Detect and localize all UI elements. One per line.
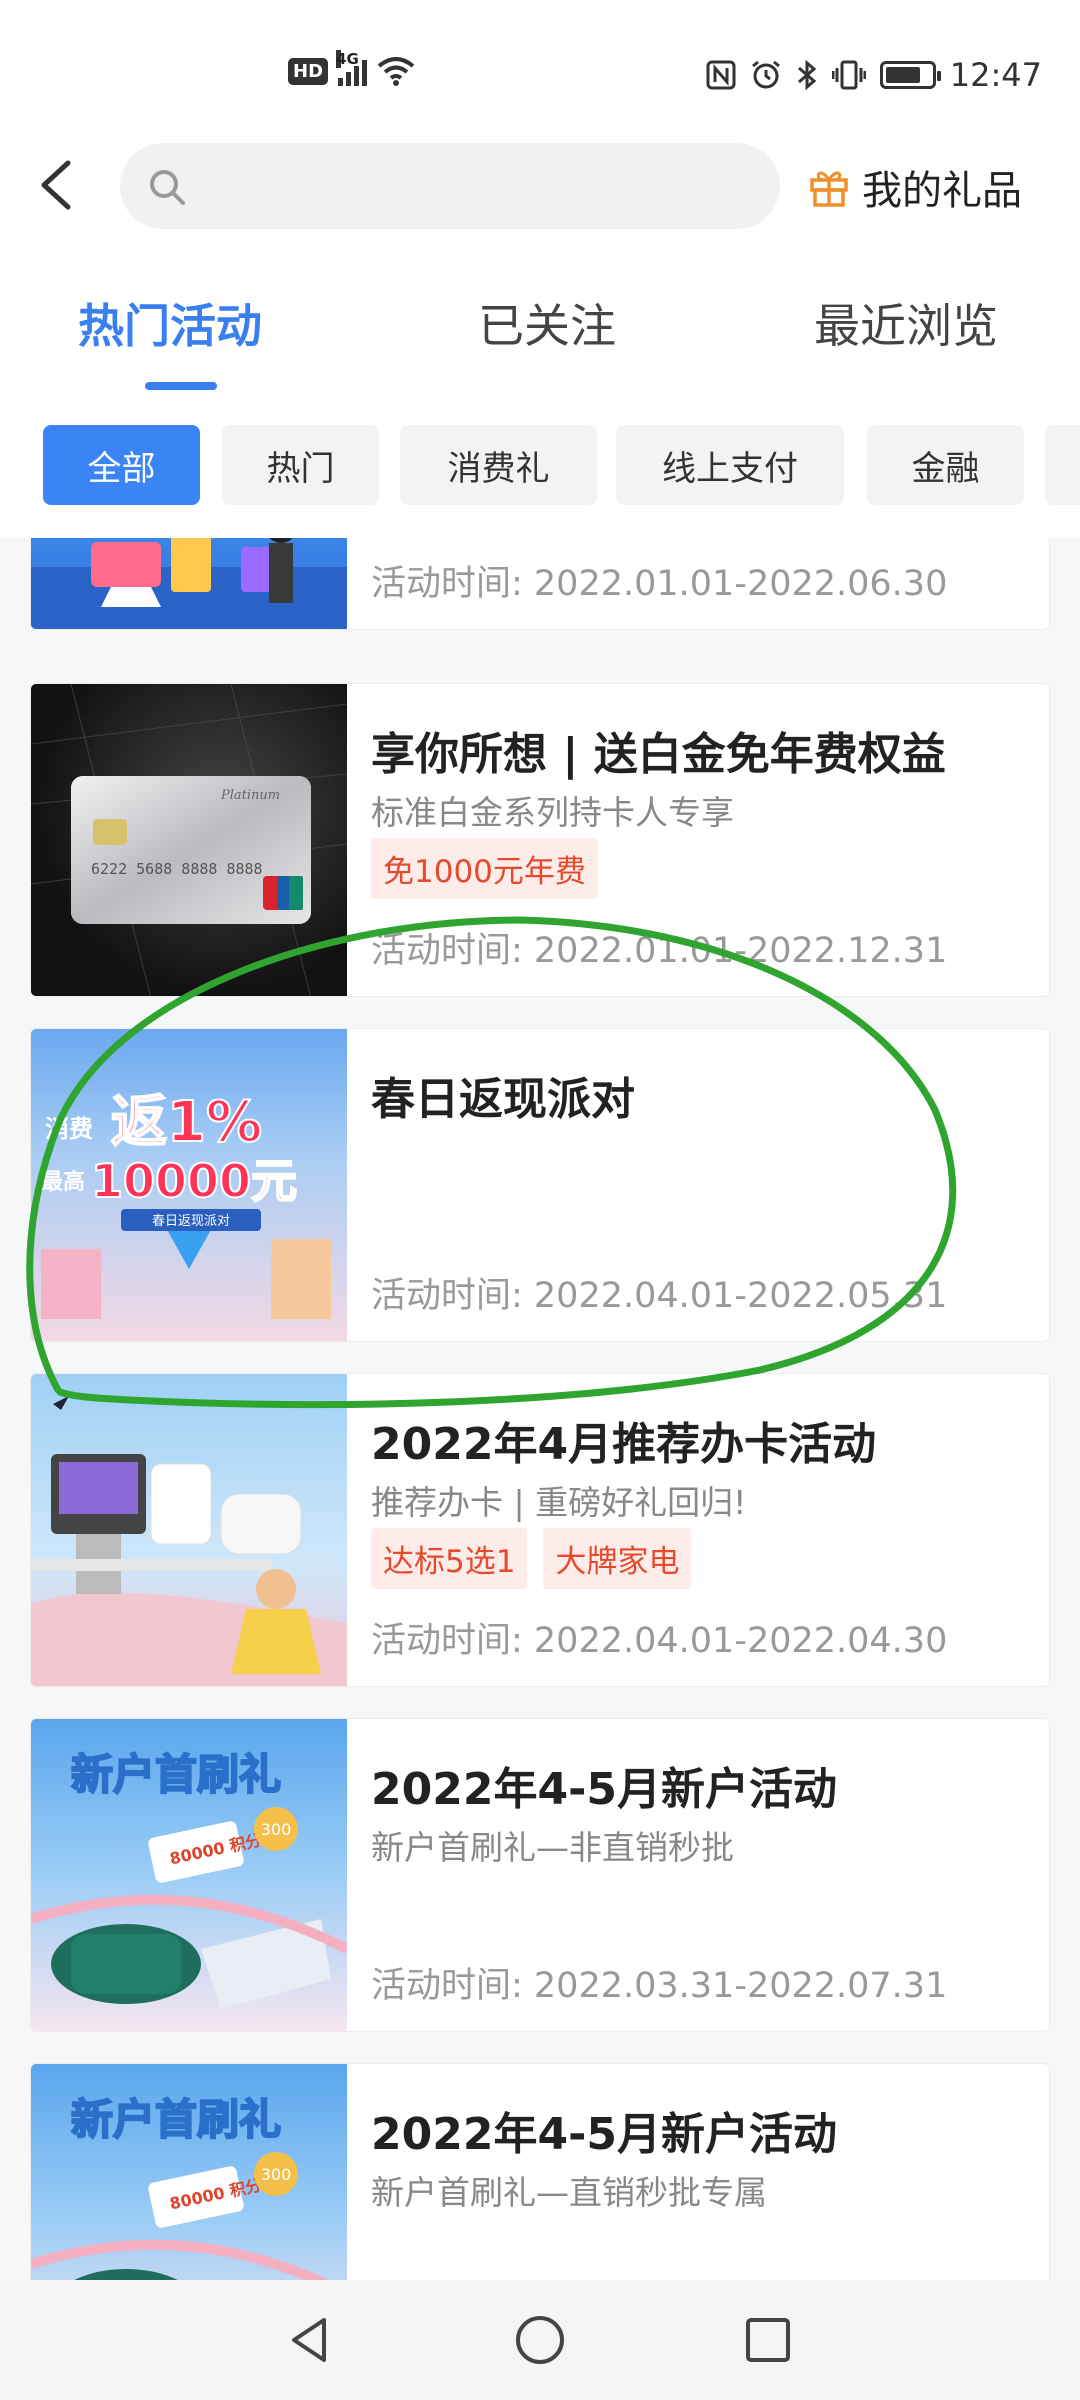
chip-all[interactable]: 全部 [43, 425, 200, 505]
activity-thumbnail: 新户首刷礼 80000 积分 300 [31, 2064, 347, 2280]
svg-text:Platinum: Platinum [220, 788, 280, 803]
activity-card[interactable]: 2022年4月推荐办卡活动 推荐办卡 | 重磅好礼回归! 达标5选1 大牌家电 … [30, 1373, 1050, 1687]
hd-icon: HD [288, 57, 329, 85]
system-nav-bar [0, 2280, 1080, 2400]
activity-subtitle: 标准白金系列持卡人专享 [371, 793, 734, 832]
card-number-text: 6222 5688 8888 8888 [91, 860, 263, 878]
cell-signal-icon: 4G [336, 50, 368, 86]
activity-tag: 免1000元年费 [371, 838, 598, 899]
bluetooth-icon [797, 59, 817, 91]
activity-subtitle: 新户首刷礼—非直销秒批 [371, 1828, 734, 1867]
search-input[interactable] [120, 143, 780, 229]
activity-title: 2022年4-5月新户活动 [371, 2109, 837, 2160]
chip-spending-gift[interactable]: 消费礼 [400, 425, 597, 505]
tab-recently-viewed[interactable]: 最近浏览 [814, 290, 998, 356]
activity-card[interactable]: 活动时间: 2022.01.01-2022.06.30 [30, 538, 1050, 630]
my-gifts-label: 我的礼品 [862, 168, 1022, 214]
activity-card[interactable]: 6222 5688 8888 8888 Platinum 享你所想 | 送白金免… [30, 683, 1050, 997]
chip-finance[interactable]: 金融 [867, 425, 1024, 505]
wifi-icon [377, 57, 415, 86]
svg-text:300: 300 [261, 2165, 292, 2184]
activity-thumbnail: 消费 返1% 最高 10000元 春日返现派对 [31, 1029, 347, 1341]
activity-tag: 达标5选1 [371, 1528, 528, 1589]
activity-card[interactable]: 新户首刷礼 80000 积分 300 2022年4-5月新户活动 新户首刷礼—非… [30, 1718, 1050, 2032]
svg-text:返1%: 返1% [111, 1090, 262, 1155]
activity-thumbnail: 6222 5688 8888 8888 Platinum [31, 684, 347, 996]
activity-time: 活动时间: 2022.01.01-2022.12.31 [371, 931, 948, 971]
svg-text:消费: 消费 [45, 1115, 93, 1143]
clock: 12:47 [949, 56, 1042, 94]
chip-hot[interactable]: 热门 [222, 425, 379, 505]
nav-home-icon[interactable] [510, 2310, 570, 2370]
svg-text:300: 300 [261, 1820, 292, 1839]
tab-bar: 热门活动 已关注 最近浏览 [0, 270, 1080, 400]
activity-time: 活动时间: 2022.04.01-2022.04.30 [371, 1621, 948, 1661]
activity-title: 春日返现派对 [371, 1074, 635, 1125]
chip-more[interactable] [1045, 425, 1080, 505]
tab-indicator [145, 382, 217, 390]
svg-text:10000元: 10000元 [91, 1154, 297, 1208]
activity-card[interactable]: 新户首刷礼 80000 积分 300 2022年4-5月新户活动 新户首刷礼—直… [30, 2063, 1050, 2280]
activity-tags: 达标5选1 大牌家电 [371, 1528, 692, 1589]
chip-online-payment[interactable]: 线上支付 [616, 425, 844, 505]
my-gifts-button[interactable]: 我的礼品 [808, 158, 1022, 216]
status-bar: HD 4G 12:47 [0, 0, 1080, 130]
activity-thumbnail: 新户首刷礼 80000 积分 300 [31, 1719, 347, 2031]
activity-thumbnail [31, 1374, 347, 1686]
nav-recents-icon[interactable] [738, 2310, 798, 2370]
back-arrow-icon[interactable] [30, 155, 90, 215]
activity-thumbnail [31, 538, 347, 629]
activity-tag: 大牌家电 [543, 1528, 692, 1589]
alarm-icon [751, 60, 780, 89]
activity-title: 2022年4-5月新户活动 [371, 1764, 837, 1815]
activity-subtitle: 新户首刷礼—直销秒批专属 [371, 2173, 767, 2212]
activity-time: 活动时间: 2022.03.31-2022.07.31 [371, 1966, 948, 2006]
activity-time: 活动时间: 2022.04.01-2022.05.31 [371, 1276, 948, 1316]
nav-back-icon[interactable] [280, 2310, 340, 2370]
activity-title: 2022年4月推荐办卡活动 [371, 1419, 877, 1470]
category-chips: 全部 热门 消费礼 线上支付 金融 [0, 425, 1080, 507]
search-icon [150, 170, 185, 205]
svg-text:新户首刷礼: 新户首刷礼 [71, 1750, 281, 1799]
activity-tags: 免1000元年费 [371, 838, 598, 899]
gift-icon [810, 171, 848, 207]
activity-subtitle: 推荐办卡 | 重磅好礼回归! [371, 1483, 747, 1522]
top-bar: 我的礼品 [0, 140, 1080, 230]
activity-list[interactable]: 活动时间: 2022.01.01-2022.06.30 6222 5688 88… [0, 538, 1080, 2280]
svg-text:春日返现派对: 春日返现派对 [152, 1214, 230, 1229]
svg-text:最高: 最高 [41, 1169, 85, 1195]
svg-text:新户首刷礼: 新户首刷礼 [71, 2095, 281, 2144]
activity-title: 享你所想 | 送白金免年费权益 [371, 729, 946, 780]
battery-icon [879, 61, 941, 89]
activity-time: 活动时间: 2022.01.01-2022.06.30 [371, 564, 948, 604]
tab-hot-activities[interactable]: 热门活动 [78, 290, 262, 356]
tab-followed[interactable]: 已关注 [478, 290, 616, 356]
activity-card[interactable]: 消费 返1% 最高 10000元 春日返现派对 春日返现派对 活动时间: 202… [30, 1028, 1050, 1342]
nfc-icon [706, 60, 736, 90]
vibrate-icon [831, 60, 866, 90]
